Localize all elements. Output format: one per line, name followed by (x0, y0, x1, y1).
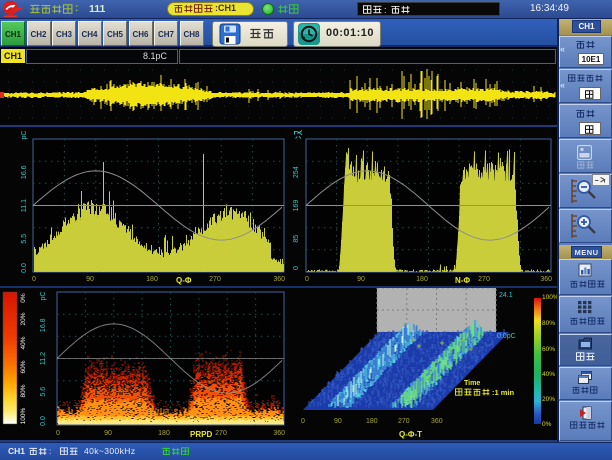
svg-text:180: 180 (158, 430, 170, 437)
svg-text:90: 90 (334, 418, 342, 425)
svg-text:40%: 40% (20, 336, 27, 349)
svg-text:Time: Time (464, 380, 480, 387)
svg-text:PRPD: PRPD (190, 430, 212, 439)
svg-text:270: 270 (215, 430, 227, 437)
svg-text:0: 0 (301, 418, 305, 425)
svg-text:20%: 20% (20, 312, 27, 325)
svg-text:0%: 0% (20, 293, 27, 303)
svg-text:0.0: 0.0 (40, 416, 47, 426)
svg-text:0: 0 (293, 266, 300, 270)
svg-text:100%: 100% (20, 407, 27, 424)
svg-text:11.2: 11.2 (40, 352, 47, 365)
svg-text:80%: 80% (20, 384, 27, 397)
svg-text:24.1: 24.1 (499, 292, 513, 299)
svg-text:169: 169 (293, 200, 300, 212)
svg-text:270: 270 (209, 276, 221, 283)
svg-text:85: 85 (293, 235, 300, 243)
svg-text:360: 360 (273, 430, 285, 437)
svg-text:5.6: 5.6 (40, 387, 47, 397)
svg-text:180: 180 (146, 276, 158, 283)
svg-text:90: 90 (357, 276, 365, 283)
svg-text:90: 90 (104, 430, 112, 437)
svg-text:270: 270 (398, 418, 410, 425)
svg-text:pC: pC (40, 292, 47, 301)
svg-text:0: 0 (56, 430, 60, 437)
svg-text:180: 180 (366, 418, 378, 425)
svg-text:16.6: 16.6 (21, 165, 28, 179)
svg-text:N-Φ: N-Φ (455, 276, 470, 285)
svg-text:0.0: 0.0 (21, 263, 28, 273)
svg-text:pC: pC (21, 131, 28, 140)
svg-text:360: 360 (431, 418, 443, 425)
svg-text:270: 270 (478, 276, 490, 283)
svg-text:5.5: 5.5 (21, 234, 28, 244)
svg-text:254: 254 (293, 166, 300, 178)
svg-text:Q-Φ: Q-Φ (176, 276, 192, 285)
svg-text:360: 360 (273, 276, 285, 283)
svg-text:60%: 60% (20, 360, 27, 373)
svg-text:11.1: 11.1 (21, 199, 28, 212)
svg-text:0: 0 (32, 276, 36, 283)
svg-text:0: 0 (305, 276, 309, 283)
svg-text:90: 90 (86, 276, 94, 283)
svg-text:16.8: 16.8 (40, 318, 47, 332)
svg-text:360: 360 (540, 276, 552, 283)
svg-text:180: 180 (416, 276, 428, 283)
svg-text:0.0pC: 0.0pC (497, 333, 516, 340)
svg-text:Q-Φ-T: Q-Φ-T (399, 430, 422, 439)
